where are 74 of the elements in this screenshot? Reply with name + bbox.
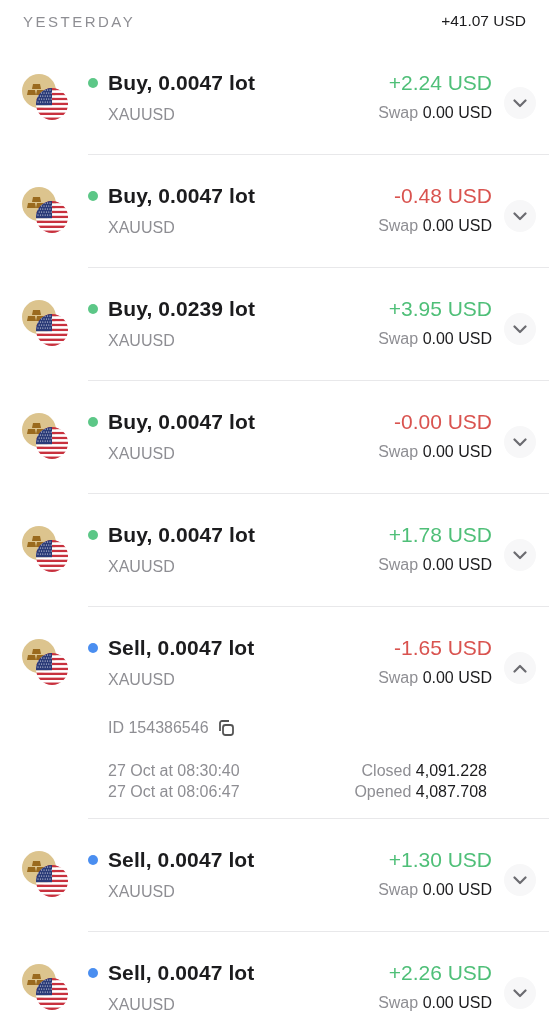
swap-label: Swap: [378, 330, 419, 347]
chevron-down-icon: [513, 550, 527, 560]
flag-icon: [36, 201, 68, 233]
swap-label: Swap: [378, 104, 419, 121]
chevron-down-icon: [513, 875, 527, 885]
opened-price: 4,087.708: [415, 783, 487, 800]
open-time: 27 Oct at 08:06:47: [108, 782, 240, 802]
chevron-down-icon: [513, 211, 527, 221]
flag-icon: [36, 314, 68, 346]
opened-label: Opened: [354, 783, 412, 800]
expand-button[interactable]: [504, 539, 536, 571]
collapse-button[interactable]: [504, 652, 536, 684]
trade-id: ID 154386546: [108, 719, 209, 737]
profit-amount: -1.65 USD: [393, 636, 492, 660]
section-total: +41.07 USD: [441, 12, 526, 30]
trade-title: Buy, 0.0047 lot: [108, 184, 255, 208]
expand-button[interactable]: [504, 200, 536, 232]
closed-price: 4,091.228: [415, 762, 487, 779]
expand-button[interactable]: [504, 313, 536, 345]
profit-amount: +1.78 USD: [388, 523, 492, 547]
symbol-label: XAUUSD: [108, 558, 176, 576]
closed-label: Closed: [361, 762, 412, 779]
symbol-label: XAUUSD: [108, 106, 176, 124]
flag-icon: [36, 88, 68, 120]
section-label: YESTERDAY: [23, 12, 136, 30]
swap-label: Swap: [378, 556, 419, 573]
trade-title: Buy, 0.0047 lot: [108, 410, 255, 434]
profit-amount: +1.30 USD: [388, 848, 492, 872]
expand-button[interactable]: [504, 426, 536, 458]
chevron-up-icon: [513, 663, 527, 673]
swap-value: 0.00 USD: [422, 556, 492, 573]
chevron-down-icon: [513, 988, 527, 998]
copy-icon[interactable]: [216, 719, 235, 737]
swap-value: 0.00 USD: [422, 104, 492, 121]
flag-icon: [36, 865, 68, 897]
symbol-label: XAUUSD: [108, 445, 176, 463]
expand-button[interactable]: [504, 977, 536, 1009]
symbol-label: XAUUSD: [108, 332, 176, 350]
trade-title: Sell, 0.0047 lot: [108, 961, 255, 985]
swap-value: 0.00 USD: [422, 994, 492, 1011]
swap-value: 0.00 USD: [422, 217, 492, 234]
trade-title: Buy, 0.0047 lot: [108, 523, 255, 547]
expand-button[interactable]: [504, 87, 536, 119]
swap-value: 0.00 USD: [422, 443, 492, 460]
swap-value: 0.00 USD: [422, 881, 492, 898]
trade-title: Buy, 0.0239 lot: [108, 297, 255, 321]
expand-button[interactable]: [504, 864, 536, 896]
flag-icon: [36, 978, 68, 1010]
chevron-down-icon: [513, 437, 527, 447]
flag-icon: [36, 540, 68, 572]
swap-label: Swap: [378, 443, 419, 460]
profit-amount: +2.26 USD: [388, 961, 492, 985]
symbol-label: XAUUSD: [108, 883, 176, 901]
profit-amount: -0.00 USD: [393, 410, 492, 434]
chevron-down-icon: [513, 324, 527, 334]
flag-icon: [36, 427, 68, 459]
swap-label: Swap: [378, 881, 419, 898]
profit-amount: +3.95 USD: [388, 297, 492, 321]
profit-amount: -0.48 USD: [393, 184, 492, 208]
swap-label: Swap: [378, 669, 419, 686]
trade-title: Sell, 0.0047 lot: [108, 848, 255, 872]
close-time: 27 Oct at 08:30:40: [108, 761, 240, 781]
swap-value: 0.00 USD: [422, 669, 492, 686]
swap-label: Swap: [378, 217, 419, 234]
symbol-label: XAUUSD: [108, 219, 176, 237]
trade-title: Sell, 0.0047 lot: [108, 636, 255, 660]
trade-title: Buy, 0.0047 lot: [108, 71, 255, 95]
profit-amount: +2.24 USD: [388, 71, 492, 95]
swap-label: Swap: [378, 994, 419, 1011]
chevron-down-icon: [513, 98, 527, 108]
symbol-label: XAUUSD: [108, 996, 176, 1014]
swap-value: 0.00 USD: [422, 330, 492, 347]
flag-icon: [36, 653, 68, 685]
symbol-label: XAUUSD: [108, 671, 176, 689]
